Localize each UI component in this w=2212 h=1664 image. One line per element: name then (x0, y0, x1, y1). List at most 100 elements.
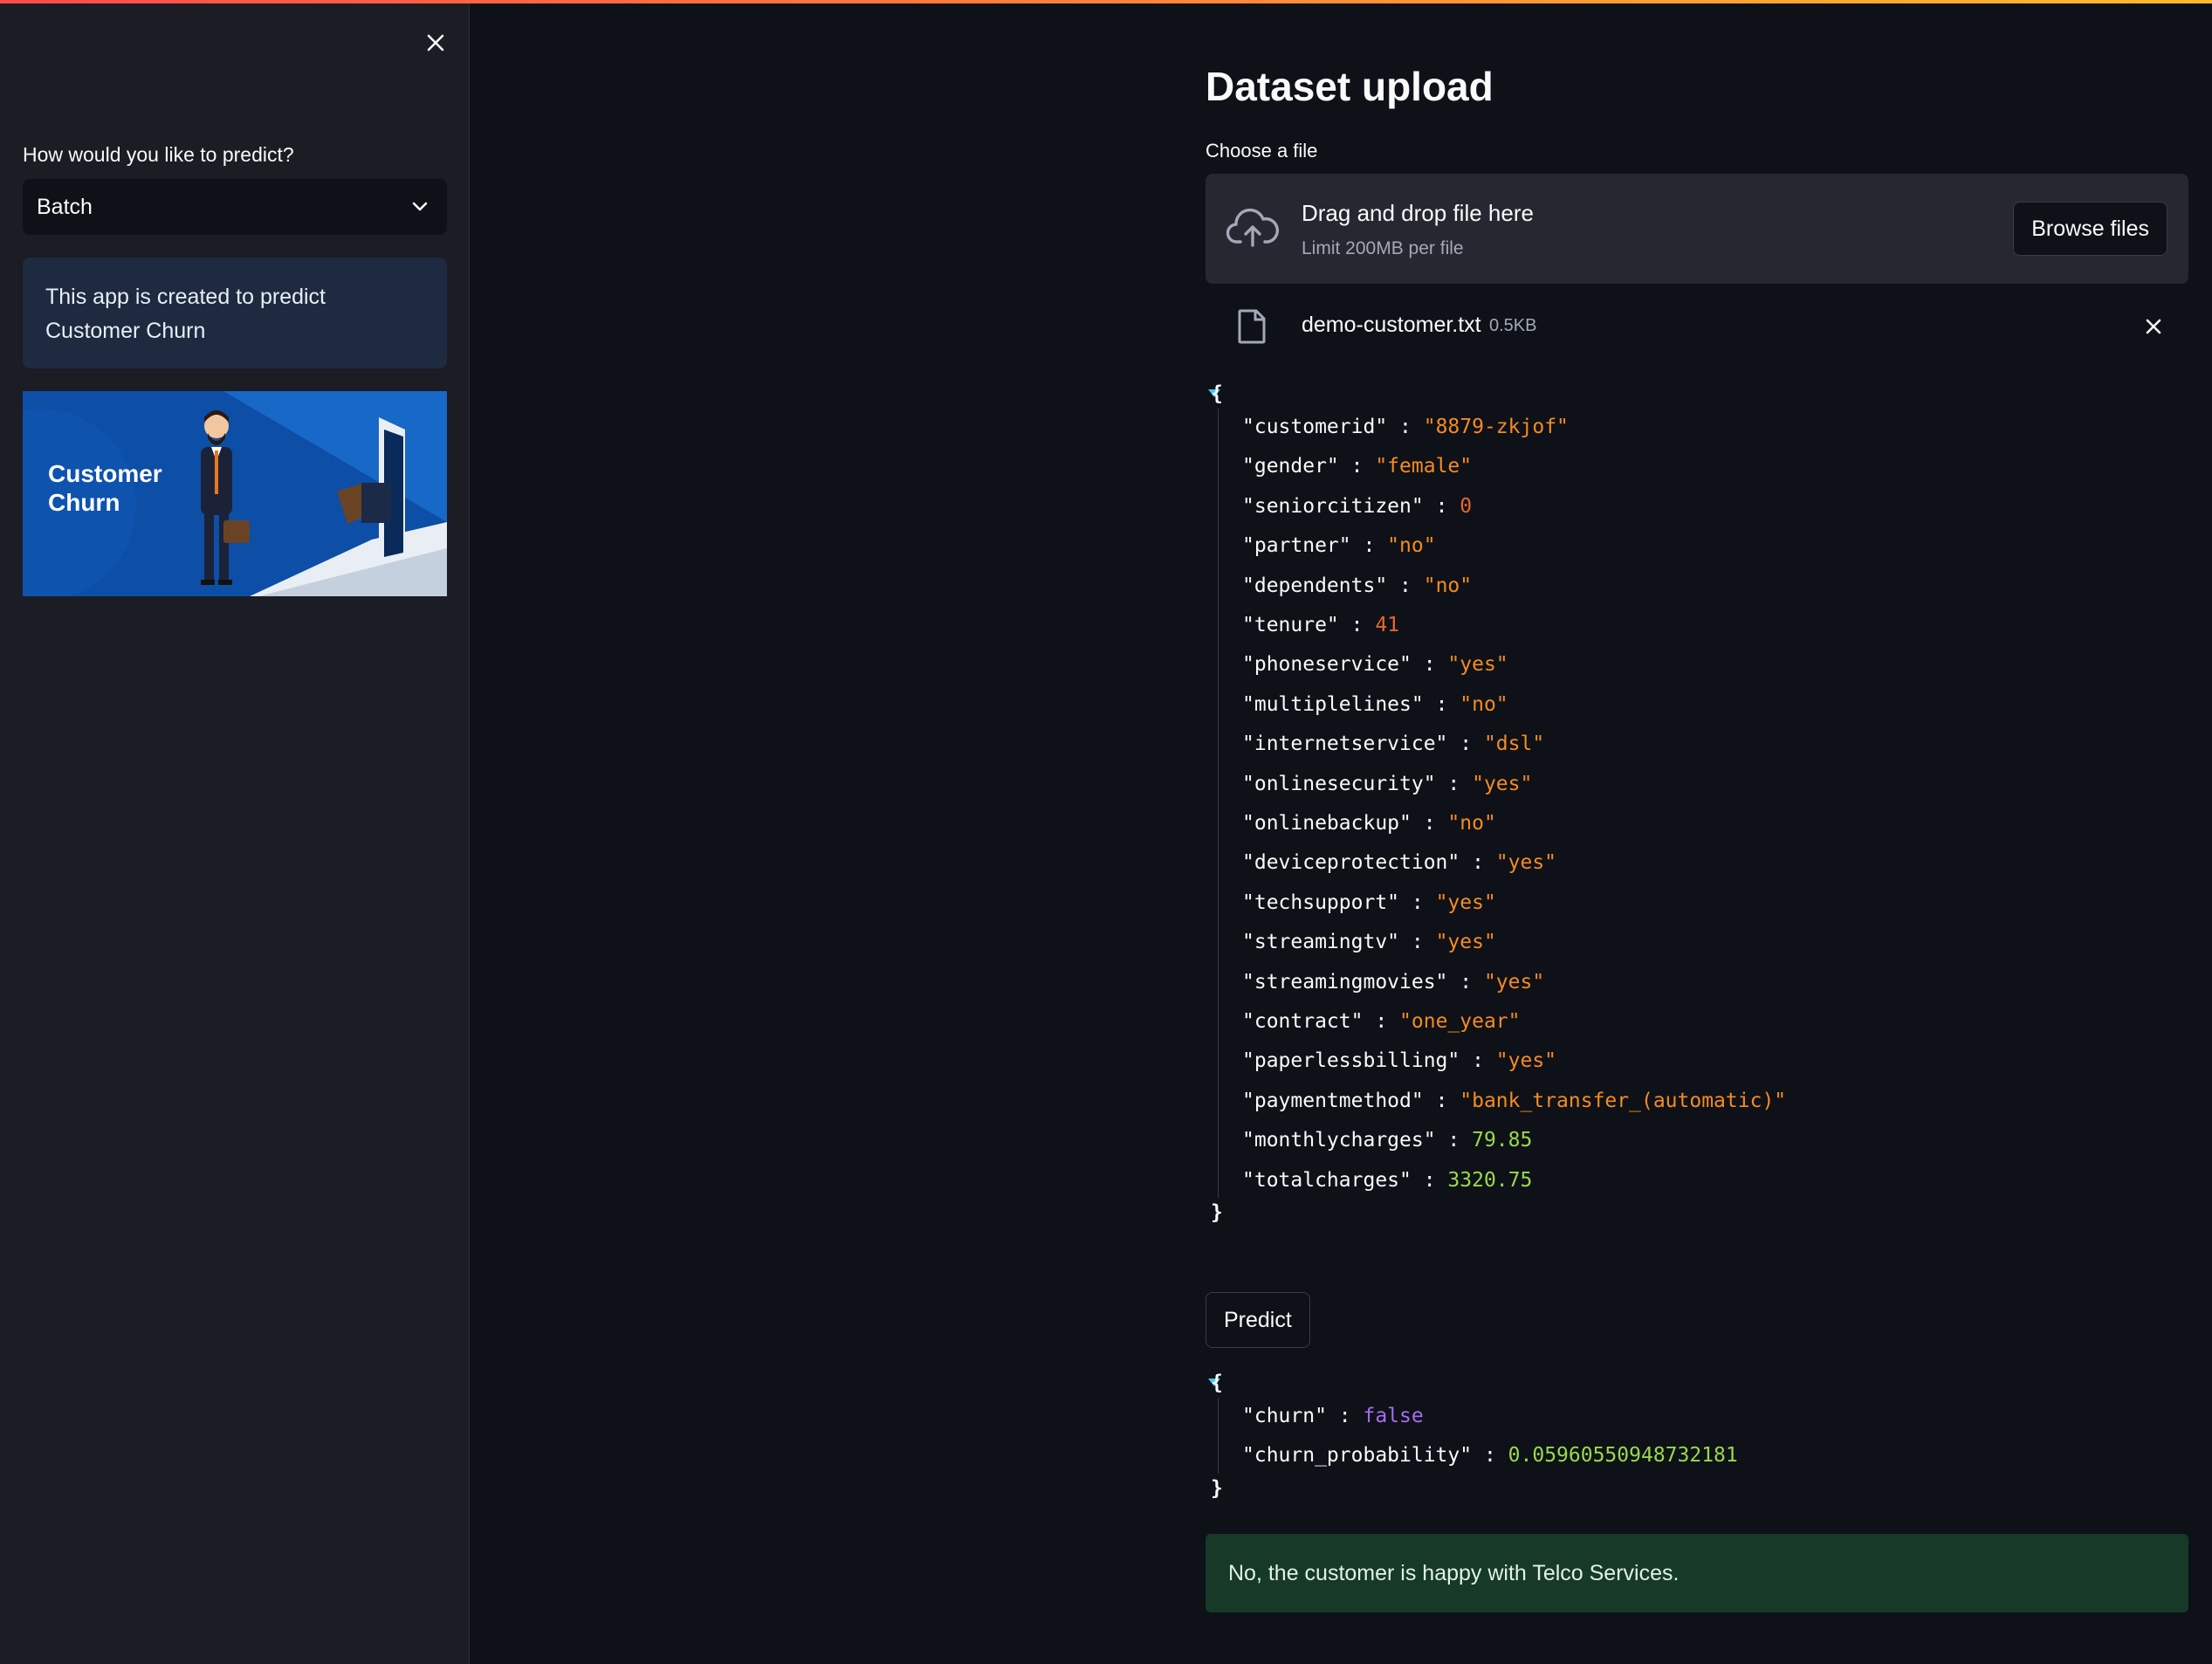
json-row: "streamingtv" : "yes" (1242, 929, 1496, 955)
json-row: "multiplelines" : "no" (1242, 691, 1508, 718)
json-separator: : (1363, 1010, 1400, 1033)
json-row: "gender" : "female" (1242, 453, 1472, 479)
json-key: "phoneservice" (1242, 653, 1412, 677)
json-value: "no" (1387, 534, 1436, 558)
json-value: "one_year" (1399, 1010, 1521, 1033)
json-row: "internetservice" : "dsl" (1242, 731, 1544, 757)
json-separator: : (1387, 574, 1424, 597)
remove-file-button[interactable] (2138, 311, 2169, 342)
json-open-brace: { (1211, 1372, 1223, 1394)
json-key: "churn" (1242, 1405, 1327, 1427)
json-separator: : (1423, 1089, 1460, 1112)
json-separator: : (1472, 1444, 1508, 1468)
uploaded-file-row: demo-customer.txt 0.5KB (1206, 302, 2188, 351)
json-value: false (1363, 1405, 1424, 1427)
json-value: "no" (1460, 692, 1508, 716)
json-key: "deviceprotection" (1242, 851, 1460, 875)
json-row: "seniorcitizen" : 0 (1242, 493, 1472, 519)
json-key: "partner" (1242, 534, 1351, 558)
sidebar: How would you like to predict? Batch Thi… (0, 3, 470, 1664)
json-indent-guide (1218, 409, 1219, 1198)
json-value: "yes" (1483, 970, 1545, 994)
json-value: "yes" (1435, 931, 1496, 954)
json-key: "paymentmethod" (1242, 1089, 1424, 1112)
sidebar-close-button[interactable] (417, 24, 454, 61)
json-row: "churn_probability" : 0.0596055094873218… (1242, 1442, 1738, 1468)
json-row: "deviceprotection" : "yes" (1242, 849, 1556, 876)
uploaded-file-name: demo-customer.txt (1302, 313, 1481, 337)
json-row: "paymentmethod" : "bank_transfer_(automa… (1242, 1088, 1786, 1114)
json-value: 79.85 (1472, 1129, 1533, 1152)
json-key: "totalcharges" (1242, 1168, 1412, 1192)
json-separator: : (1387, 416, 1424, 438)
file-uploader-label: Choose a file (1206, 140, 1318, 162)
predict-mode-value: Batch (37, 194, 93, 219)
json-row: "partner" : "no" (1242, 533, 1436, 559)
json-separator: : (1460, 851, 1496, 875)
json-value: "yes" (1495, 1049, 1557, 1073)
cloud-upload-icon (1226, 208, 1279, 247)
json-separator: : (1460, 1049, 1496, 1073)
json-separator: : (1326, 1405, 1364, 1427)
json-value: 41 (1375, 614, 1400, 636)
json-separator: : (1447, 970, 1484, 994)
predict-button[interactable]: Predict (1206, 1292, 1310, 1348)
file-dropzone[interactable]: Drag and drop file here Limit 200MB per … (1206, 174, 2188, 284)
json-row: "phoneservice" : "yes" (1242, 651, 1508, 677)
predict-mode-select[interactable]: Batch (23, 179, 447, 235)
json-separator: : (1435, 772, 1473, 795)
success-alert: No, the customer is happy with Telco Ser… (1206, 1534, 2188, 1612)
json-value: 0.05960550948732181 (1508, 1444, 1738, 1468)
close-icon (2146, 319, 2161, 334)
json-separator: : (1423, 494, 1460, 518)
json-close-brace: } (1211, 1476, 1223, 1500)
info-box: This app is created to predict Customer … (23, 258, 447, 368)
json-key: "paperlessbilling" (1242, 1049, 1460, 1073)
json-close-brace: } (1211, 1201, 1223, 1224)
json-row: "tenure" : 41 (1242, 612, 1399, 638)
json-row: "churn" : false (1242, 1403, 1424, 1429)
json-key: "streamingtv" (1242, 931, 1400, 954)
json-key: "streamingmovies" (1242, 970, 1448, 994)
json-row: "monthlycharges" : 79.85 (1242, 1127, 1532, 1153)
json-indent-guide (1218, 1398, 1219, 1474)
json-value: "bank_transfer_(automatic)" (1460, 1089, 1787, 1112)
customer-churn-banner: Customer Churn (23, 391, 447, 596)
json-separator: : (1411, 653, 1448, 677)
json-row: "streamingmovies" : "yes" (1242, 969, 1544, 995)
json-key: "multiplelines" (1242, 692, 1424, 716)
json-value: "8879-zkjof" (1423, 416, 1569, 438)
json-value: "yes" (1435, 890, 1496, 914)
json-row: "onlinebackup" : "no" (1242, 810, 1496, 836)
json-separator: : (1338, 455, 1376, 478)
json-value: "no" (1423, 574, 1473, 597)
json-row: "contract" : "one_year" (1242, 1008, 1521, 1035)
json-separator: : (1350, 534, 1388, 558)
page-title: Dataset upload (1206, 64, 1494, 109)
json-row: "totalcharges" : 3320.75 (1242, 1167, 1532, 1193)
json-key: "onlinesecurity" (1242, 772, 1436, 795)
json-separator: : (1399, 890, 1436, 914)
main-content: Dataset upload Choose a file Drag and dr… (1206, 0, 2188, 1664)
json-row: "paperlessbilling" : "yes" (1242, 1048, 1556, 1074)
predict-mode-label: How would you like to predict? (23, 143, 294, 166)
json-key: "churn_probability" (1242, 1444, 1473, 1468)
json-separator: : (1447, 732, 1484, 756)
json-value: 0 (1460, 494, 1473, 518)
json-value: "yes" (1495, 851, 1557, 875)
close-icon (427, 34, 444, 52)
json-value: "yes" (1472, 772, 1533, 795)
json-key: "contract" (1242, 1010, 1364, 1033)
browse-files-button[interactable]: Browse files (2013, 202, 2167, 256)
json-value: "dsl" (1483, 732, 1545, 756)
json-key: "seniorcitizen" (1242, 494, 1424, 518)
json-separator: : (1338, 614, 1376, 636)
json-separator: : (1423, 692, 1460, 716)
json-key: "techsupport" (1242, 890, 1400, 914)
json-value: "no" (1447, 812, 1496, 835)
json-value: 3320.75 (1447, 1168, 1533, 1192)
json-row: "customerid" : "8879-zkjof" (1242, 414, 1569, 440)
json-value: "female" (1375, 455, 1473, 478)
json-row: "dependents" : "no" (1242, 573, 1472, 599)
dropzone-limit: Limit 200MB per file (1302, 238, 1464, 258)
